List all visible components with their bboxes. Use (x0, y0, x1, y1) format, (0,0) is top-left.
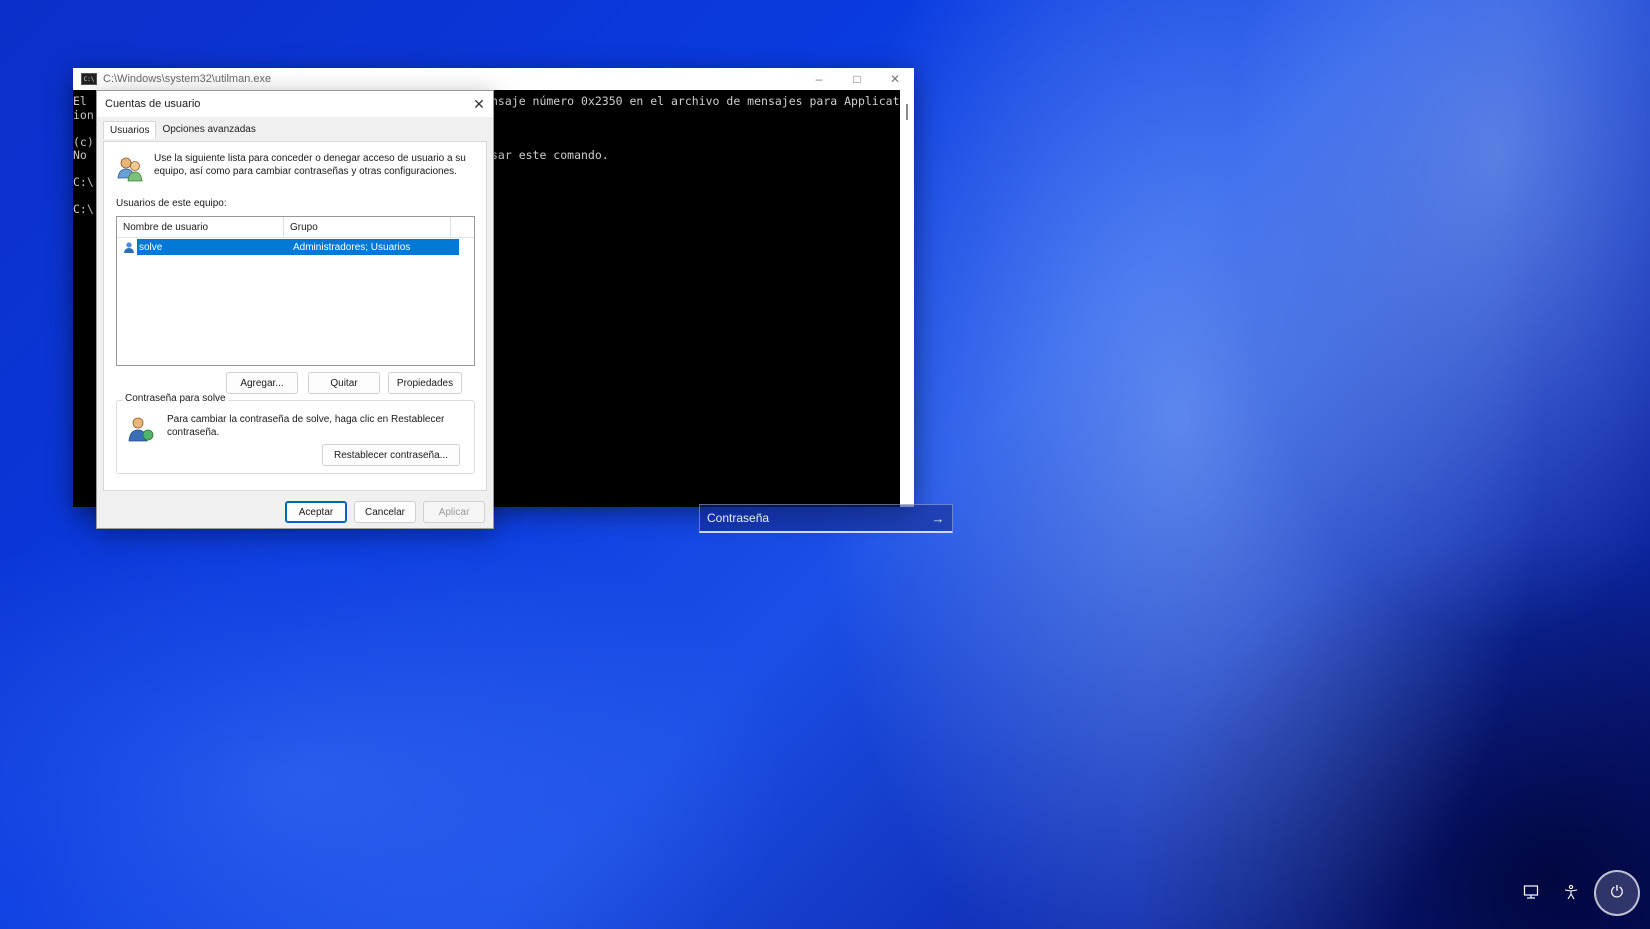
dialog-title: Cuentas de usuario (105, 98, 201, 110)
cancel-button[interactable]: Cancelar (354, 501, 416, 523)
password-input[interactable]: Contraseña → (699, 504, 953, 533)
row-username: solve (137, 239, 289, 255)
tab-opciones-avanzadas[interactable]: Opciones avanzadas (156, 121, 261, 139)
console-line: nsaje número 0x2350 en el archivo de men… (491, 94, 900, 108)
console-line: C:\ (73, 202, 94, 216)
properties-button[interactable]: Propiedades (388, 372, 462, 394)
maximize-button[interactable]: □ (838, 68, 876, 90)
password-placeholder: Contraseña (707, 511, 770, 525)
reset-password-button[interactable]: Restablecer contraseña... (322, 444, 460, 466)
password-info-text: Para cambiar la contraseña de solve, hag… (167, 414, 445, 438)
user-accounts-dialog: Cuentas de usuario ✕ Usuarios Opciones a… (96, 90, 494, 529)
apply-button[interactable]: Aplicar (423, 501, 485, 523)
info-text: Use la siguiente lista para conceder o d… (154, 153, 466, 177)
power-icon[interactable]: ⏻ (1594, 870, 1640, 916)
column-header-username[interactable]: Nombre de usuario (117, 217, 284, 237)
accessibility-icon[interactable] (1560, 881, 1582, 903)
console-titlebar[interactable]: C:\ C:\Windows\system32\utilman.exe – □ … (73, 68, 914, 90)
submit-arrow-icon[interactable]: → (924, 511, 952, 526)
dialog-close-button[interactable]: ✕ (465, 91, 493, 117)
console-icon: C:\ (81, 73, 97, 85)
users-icon (117, 157, 143, 182)
dialog-titlebar[interactable]: Cuentas de usuario ✕ (97, 91, 493, 117)
tab-usuarios[interactable]: Usuarios (103, 121, 157, 139)
password-group-legend: Contraseña para solve (123, 393, 228, 404)
network-icon[interactable] (1520, 881, 1542, 903)
list-header: Nombre de usuario Grupo (117, 217, 474, 238)
users-tab-panel: Use la siguiente lista para conceder o d… (103, 141, 487, 491)
console-line: ion (73, 108, 94, 122)
ok-button[interactable]: Aceptar (285, 501, 347, 523)
minimize-button[interactable]: – (800, 68, 838, 90)
close-button[interactable]: ✕ (876, 68, 914, 90)
table-row[interactable]: solve Administradores; Usuarios (121, 239, 459, 255)
add-button[interactable]: Agregar... (226, 372, 298, 394)
dialog-tabs: Usuarios Opciones avanzadas (103, 121, 262, 139)
console-line: (c) (73, 135, 94, 149)
users-list[interactable]: Nombre de usuario Grupo solve Administra… (116, 216, 475, 366)
console-line: El (73, 94, 87, 108)
console-scrollbar[interactable] (900, 90, 914, 507)
user-row-icon (124, 242, 134, 253)
password-group: Contraseña para solve Para cambiar la co… (116, 393, 475, 474)
users-list-label: Usuarios de este equipo: (116, 198, 227, 209)
remove-button[interactable]: Quitar (308, 372, 380, 394)
password-user-icon (128, 417, 154, 442)
scrollbar-thumb[interactable] (906, 104, 908, 120)
column-header-group[interactable]: Grupo (284, 217, 451, 237)
console-line: C:\ (73, 175, 94, 189)
console-title: C:\Windows\system32\utilman.exe (103, 73, 272, 85)
console-line: sar este comando. (491, 148, 609, 162)
row-group: Administradores; Usuarios (289, 239, 459, 255)
console-line: No (73, 148, 87, 162)
